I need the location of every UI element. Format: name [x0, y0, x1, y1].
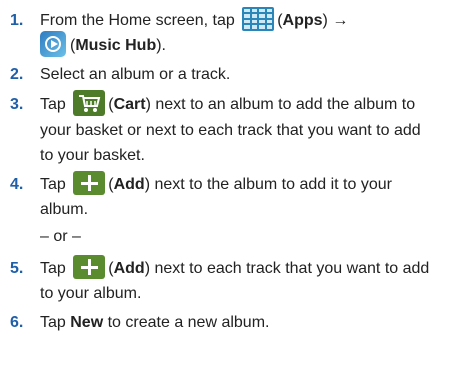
add-icon — [73, 254, 106, 279]
step-text: your basket or next to each track that y… — [40, 122, 421, 139]
step-number: 4. — [10, 176, 24, 193]
add-icon — [73, 170, 106, 195]
step-text: Tap — [40, 176, 66, 193]
paren: ). — [156, 37, 166, 55]
add-label: Add — [113, 260, 145, 277]
step-text: Tap — [40, 260, 66, 277]
instruction-page: 1. From the Home screen, tap (Apps) → (M… — [0, 0, 470, 370]
step-text: next to the album to add it to your — [154, 176, 392, 193]
step-text: Tap — [40, 314, 66, 331]
paren: ) — [322, 12, 328, 29]
music-hub-label: Music Hub — [75, 37, 157, 55]
step-number: 3. — [10, 96, 24, 113]
step-text: to create a new album. — [107, 314, 270, 331]
step-text: Select an album or a track. — [40, 66, 231, 83]
arrow-glyph: → — [332, 12, 349, 29]
paren: ) — [145, 96, 151, 114]
apps-label: Apps — [282, 12, 323, 29]
paren: ) — [144, 176, 151, 193]
cart-label: Cart — [113, 96, 146, 114]
music-hub-icon — [40, 31, 66, 57]
step-text: next to an album to add the album to — [155, 96, 416, 114]
new-label: New — [70, 314, 104, 331]
step-number: 2. — [10, 66, 24, 83]
add-label: Add — [113, 176, 145, 193]
or-text: – or – — [40, 228, 81, 245]
step-text: to your basket. — [40, 147, 145, 164]
step-number: 5. — [10, 260, 24, 277]
step-text: to your album. — [40, 285, 142, 302]
step-number: 1. — [10, 12, 24, 29]
apps-grid-icon — [242, 6, 275, 31]
step-text: From the Home screen, tap — [40, 12, 235, 29]
paren: ) — [144, 260, 151, 277]
step-text: next to each track that you want to add — [154, 260, 430, 277]
step-text: Tap — [40, 96, 66, 114]
step-text: album. — [40, 201, 89, 218]
step-number: 6. — [10, 314, 24, 331]
cart-icon — [73, 90, 106, 116]
